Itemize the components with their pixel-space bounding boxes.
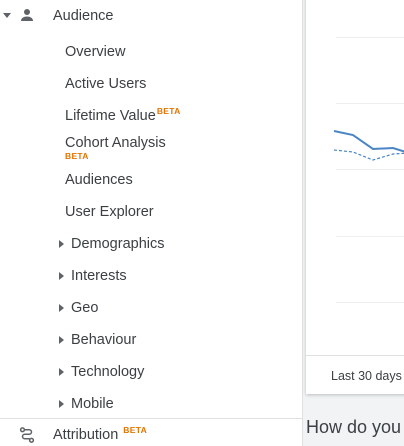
caret-right-icon[interactable] bbox=[59, 368, 64, 376]
sidebar-item-user-explorer[interactable]: User Explorer bbox=[0, 197, 300, 227]
sidebar-item-label-wrap: Attribution BETA bbox=[53, 425, 148, 443]
sidebar: Audience Overview Active Users Lifetime … bbox=[0, 0, 303, 446]
beta-badge: BETA bbox=[65, 151, 89, 161]
sidebar-item-label: Technology bbox=[71, 364, 145, 380]
caret-right-icon[interactable] bbox=[59, 336, 64, 344]
card-footer-divider bbox=[306, 355, 404, 356]
sidebar-item-attribution[interactable]: Attribution BETA bbox=[0, 420, 302, 446]
sidebar-item-label: Geo bbox=[71, 300, 99, 316]
sidebar-item-label: Active Users bbox=[65, 76, 147, 92]
sidebar-divider bbox=[0, 418, 302, 419]
caret-down-icon[interactable] bbox=[3, 13, 11, 18]
sidebar-item-mobile[interactable]: Mobile bbox=[0, 389, 300, 419]
chart-comparison-line bbox=[333, 149, 404, 161]
caret-right-icon[interactable] bbox=[59, 272, 64, 280]
sidebar-item-label: Attribution bbox=[53, 427, 119, 443]
attribution-icon bbox=[19, 427, 35, 443]
sidebar-item-behaviour[interactable]: Behaviour bbox=[0, 325, 300, 355]
section-heading: How do you bbox=[306, 417, 402, 437]
sidebar-item-label: Interests bbox=[71, 268, 127, 284]
sidebar-item-lifetime-value[interactable]: Lifetime ValueBETA bbox=[0, 101, 300, 131]
chart-card: Last 30 days bbox=[306, 0, 404, 394]
sidebar-item-interests[interactable]: Interests bbox=[0, 261, 300, 291]
beta-badge: BETA bbox=[156, 106, 181, 116]
sidebar-item-label: Overview bbox=[65, 44, 126, 60]
sidebar-item-label: Cohort Analysis bbox=[65, 135, 166, 151]
sidebar-item-label: Mobile bbox=[71, 396, 114, 412]
audience-section-header[interactable]: Audience bbox=[0, 0, 302, 34]
sidebar-item-label: Audiences bbox=[65, 172, 133, 188]
sidebar-item-label-wrap: Lifetime ValueBETA bbox=[65, 101, 181, 132]
main-content: Last 30 days How do you bbox=[303, 0, 404, 446]
person-icon bbox=[21, 9, 33, 21]
line-chart bbox=[333, 130, 404, 161]
section-label: Audience bbox=[53, 8, 114, 24]
sidebar-item-label: Lifetime Value bbox=[65, 108, 156, 124]
caret-right-icon[interactable] bbox=[59, 304, 64, 312]
sidebar-item-demographics[interactable]: Demographics bbox=[0, 229, 300, 259]
sidebar-item-audiences[interactable]: Audiences bbox=[0, 165, 300, 195]
app-root: Audience Overview Active Users Lifetime … bbox=[0, 0, 404, 446]
sidebar-item-cohort-analysis[interactable]: Cohort Analysis BETA bbox=[0, 134, 300, 168]
caret-right-icon[interactable] bbox=[59, 400, 64, 408]
sidebar-item-label: User Explorer bbox=[65, 204, 154, 220]
sidebar-item-active-users[interactable]: Active Users bbox=[0, 69, 300, 99]
sidebar-item-label: Behaviour bbox=[71, 332, 137, 348]
sidebar-item-geo[interactable]: Geo bbox=[0, 293, 300, 323]
caret-right-icon[interactable] bbox=[59, 240, 64, 248]
sidebar-item-label: Demographics bbox=[71, 236, 165, 252]
date-range-selector[interactable]: Last 30 days bbox=[331, 369, 402, 383]
sidebar-item-technology[interactable]: Technology bbox=[0, 357, 300, 387]
beta-badge: BETA bbox=[123, 425, 148, 435]
sidebar-item-overview[interactable]: Overview bbox=[0, 37, 300, 67]
